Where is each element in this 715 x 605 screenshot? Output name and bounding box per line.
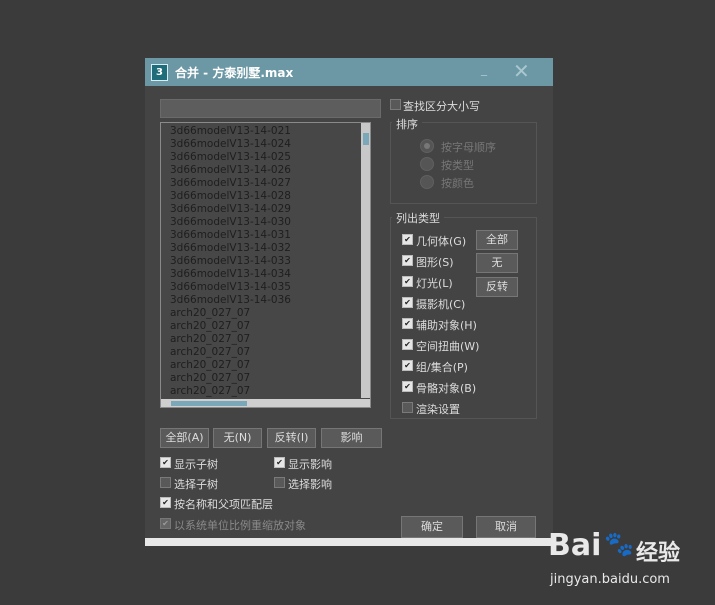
- show-subtree-label: 显示子树: [174, 458, 218, 471]
- scale-units-checkbox[interactable]: ✔: [160, 518, 171, 529]
- title-bar[interactable]: 3 合并 - 方泰别墅.max _ ✕: [145, 58, 553, 86]
- list-item[interactable]: 3d66modelV13-14-029: [161, 203, 361, 216]
- vertical-scrollbar[interactable]: [361, 123, 370, 398]
- cancel-button[interactable]: 取消: [476, 516, 536, 538]
- type-label: 几何体(G): [416, 235, 467, 248]
- type-label: 图形(S): [416, 256, 454, 269]
- select-subtree-label: 选择子树: [174, 478, 218, 491]
- list-item[interactable]: 3d66modelV13-14-031: [161, 229, 361, 242]
- type-label: 摄影机(C): [416, 298, 466, 311]
- sort-alpha-radio[interactable]: [420, 139, 434, 153]
- list-item[interactable]: 3d66modelV13-14-028: [161, 190, 361, 203]
- minimize-icon[interactable]: _: [481, 62, 487, 76]
- search-input[interactable]: [160, 99, 381, 118]
- list-item[interactable]: arch20_027_07: [161, 372, 361, 385]
- type-checkbox[interactable]: ✔: [402, 255, 413, 266]
- case-sensitive-label: 查找区分大小写: [403, 100, 480, 113]
- select-subtree-checkbox[interactable]: [160, 477, 171, 488]
- list-item[interactable]: 3d66modelV13-14-025: [161, 151, 361, 164]
- show-subtree-checkbox[interactable]: ✔: [160, 457, 171, 468]
- window-title: 合并 - 方泰别墅.max: [175, 66, 294, 80]
- list-invert-button[interactable]: 反转(I): [267, 428, 316, 448]
- sort-group-title: 排序: [392, 116, 422, 132]
- type-checkbox[interactable]: ✔: [402, 318, 413, 329]
- list-item[interactable]: 3d66modelV13-14-035: [161, 281, 361, 294]
- vertical-scrollbar-thumb[interactable]: [363, 133, 369, 145]
- type-label: 组/集合(P): [416, 361, 468, 374]
- match-name-parent-label: 按名称和父项匹配层: [174, 498, 273, 511]
- watermark-text: 经验: [636, 541, 681, 566]
- list-item[interactable]: arch20_027_07: [161, 320, 361, 333]
- type-checkbox[interactable]: ✔: [402, 339, 413, 350]
- list-all-button[interactable]: 全部(A): [160, 428, 209, 448]
- type-checkbox[interactable]: [402, 402, 413, 413]
- watermark-brand: Bai: [548, 528, 602, 563]
- paw-icon: 🐾: [604, 530, 634, 558]
- 3dsmax-app-icon: 3: [151, 64, 168, 81]
- type-checkbox[interactable]: ✔: [402, 234, 413, 245]
- object-list-items: 3d66modelV13-14-021 3d66modelV13-14-024 3d…: [161, 125, 361, 407]
- list-none-button[interactable]: 无(N): [213, 428, 262, 448]
- types-none-button[interactable]: 无: [476, 253, 518, 273]
- horizontal-scrollbar-thumb[interactable]: [171, 401, 247, 406]
- sort-color-label: 按颜色: [441, 177, 474, 190]
- select-influence-checkbox[interactable]: [274, 477, 285, 488]
- types-invert-button[interactable]: 反转: [476, 277, 518, 297]
- list-item[interactable]: 3d66modelV13-14-026: [161, 164, 361, 177]
- type-label: 灯光(L): [416, 277, 453, 290]
- dialog-bottom-edge: [145, 538, 553, 546]
- object-list[interactable]: 3d66modelV13-14-021 3d66modelV13-14-024 3d…: [160, 122, 371, 408]
- type-label: 骨骼对象(B): [416, 382, 477, 395]
- close-icon[interactable]: ✕: [513, 59, 530, 83]
- case-sensitive-checkbox[interactable]: [390, 99, 401, 110]
- sort-type-radio[interactable]: [420, 157, 434, 171]
- type-checkbox[interactable]: ✔: [402, 360, 413, 371]
- show-influence-label: 显示影响: [288, 458, 332, 471]
- list-item[interactable]: 3d66modelV13-14-033: [161, 255, 361, 268]
- select-influence-label: 选择影响: [288, 478, 332, 491]
- list-item[interactable]: 3d66modelV13-14-030: [161, 216, 361, 229]
- match-name-parent-checkbox[interactable]: ✔: [160, 497, 171, 508]
- show-influence-checkbox[interactable]: ✔: [274, 457, 285, 468]
- type-label: 渲染设置: [416, 403, 460, 416]
- type-label: 空间扭曲(W): [416, 340, 480, 353]
- list-item[interactable]: 3d66modelV13-14-027: [161, 177, 361, 190]
- type-checkbox[interactable]: ✔: [402, 381, 413, 392]
- watermark-url: jingyan.baidu.com: [550, 572, 670, 587]
- list-item[interactable]: arch20_027_07: [161, 359, 361, 372]
- list-item[interactable]: 3d66modelV13-14-021: [161, 125, 361, 138]
- list-item[interactable]: 3d66modelV13-14-032: [161, 242, 361, 255]
- list-types-title: 列出类型: [392, 210, 444, 226]
- scale-units-label: 以系统单位比例重缩放对象: [174, 519, 306, 532]
- list-item[interactable]: arch20_027_07: [161, 385, 361, 398]
- list-item[interactable]: 3d66modelV13-14-024: [161, 138, 361, 151]
- type-checkbox[interactable]: ✔: [402, 276, 413, 287]
- types-all-button[interactable]: 全部: [476, 230, 518, 250]
- baidu-jingyan-watermark: Bai 🐾 百 经验 jingyan.baidu.com: [548, 528, 708, 598]
- sort-type-label: 按类型: [441, 159, 474, 172]
- horizontal-scrollbar[interactable]: [161, 399, 370, 407]
- list-influence-button[interactable]: 影响: [321, 428, 382, 448]
- list-item[interactable]: 3d66modelV13-14-034: [161, 268, 361, 281]
- ok-button[interactable]: 确定: [401, 516, 463, 538]
- sort-alpha-label: 按字母顺序: [441, 141, 496, 154]
- list-item[interactable]: arch20_027_07: [161, 333, 361, 346]
- list-item[interactable]: arch20_027_07: [161, 307, 361, 320]
- list-item[interactable]: arch20_027_07: [161, 346, 361, 359]
- list-item[interactable]: 3d66modelV13-14-036: [161, 294, 361, 307]
- type-label: 辅助对象(H): [416, 319, 477, 332]
- sort-color-radio[interactable]: [420, 175, 434, 189]
- type-checkbox[interactable]: ✔: [402, 297, 413, 308]
